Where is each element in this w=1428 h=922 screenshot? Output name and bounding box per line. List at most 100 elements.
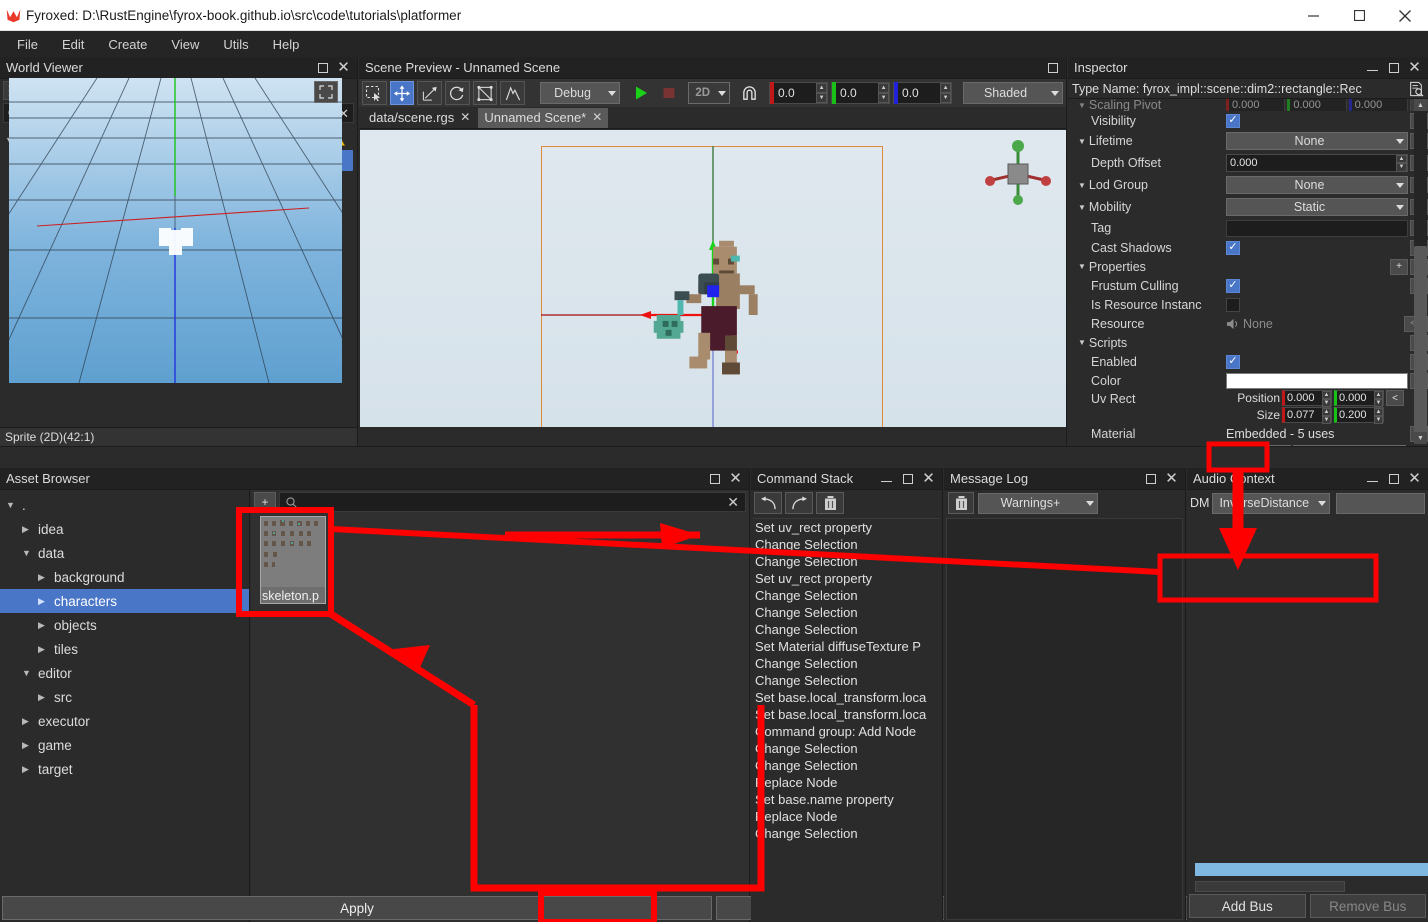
navmesh-tool-button[interactable]	[472, 81, 498, 105]
maximize-icon[interactable]	[901, 472, 914, 485]
asset-tree-root[interactable]: ▼ .	[0, 493, 249, 517]
scroll-up-icon[interactable]: ▲	[1414, 99, 1427, 111]
chevron-down-icon[interactable]: ▼	[22, 548, 32, 558]
cast-shadows-checkbox[interactable]: ✓	[1226, 240, 1240, 255]
command-item[interactable]: Change Selection	[753, 536, 940, 553]
maximize-icon[interactable]	[1387, 61, 1400, 74]
maximize-icon[interactable]	[316, 61, 329, 74]
menu-file[interactable]: File	[6, 33, 49, 56]
chevron-right-icon[interactable]: ▶	[22, 740, 32, 751]
material-preview-viewport[interactable]	[9, 78, 342, 383]
chevron-right-icon[interactable]: ▶	[38, 572, 48, 583]
chevron-down-icon[interactable]	[1392, 138, 1407, 144]
visibility-checkbox[interactable]: ✓	[1226, 113, 1240, 128]
command-item[interactable]: Change Selection	[753, 587, 940, 604]
command-item[interactable]: Change Selection	[753, 672, 940, 689]
chevron-down-icon[interactable]: ▼	[1078, 137, 1086, 146]
command-item[interactable]: Change Selection	[753, 621, 940, 638]
chevron-right-icon[interactable]: ▶	[38, 644, 48, 655]
close-icon[interactable]: ✕	[1165, 471, 1178, 486]
document-search-icon[interactable]	[1404, 81, 1428, 97]
axis-orientation-gizmo[interactable]	[980, 136, 1056, 212]
add-property-button[interactable]: +	[1390, 258, 1408, 275]
chevron-down-icon[interactable]: ▼	[1078, 101, 1086, 110]
frustum-culling-checkbox[interactable]: ✓	[1226, 278, 1240, 293]
maximize-icon[interactable]	[1144, 472, 1157, 485]
chevron-down-icon[interactable]: ▼	[6, 500, 16, 510]
close-icon[interactable]: ✕	[1408, 60, 1421, 75]
audio-bus-slider[interactable]	[1195, 863, 1428, 876]
asset-item-skeleton[interactable]: skeleton.p	[260, 516, 326, 604]
apply-button[interactable]: Apply	[2, 896, 712, 920]
trash-icon[interactable]	[816, 492, 844, 514]
command-item[interactable]: Change Selection	[753, 825, 940, 842]
inspector-scrollbar[interactable]: ▲ ▼	[1414, 99, 1427, 444]
command-item[interactable]: Change Selection	[753, 757, 940, 774]
chevron-right-icon[interactable]: ▶	[22, 764, 32, 775]
uv-position-x-stepper[interactable]: ▲ ▼	[1322, 391, 1331, 407]
command-item[interactable]: Change Selection	[753, 655, 940, 672]
message-log-list[interactable]	[946, 518, 1183, 920]
menu-view[interactable]: View	[160, 33, 210, 56]
command-item[interactable]: Change Selection	[753, 553, 940, 570]
snap-y-field[interactable]: 0.0 ▲ ▼	[831, 82, 891, 104]
undo-icon[interactable]	[754, 492, 782, 514]
menu-help[interactable]: Help	[262, 33, 311, 56]
chevron-right-icon[interactable]: ▶	[38, 596, 48, 607]
rotate-tool-button[interactable]	[445, 81, 470, 105]
asset-tree-editor[interactable]: ▼ editor	[0, 661, 249, 685]
command-item[interactable]: Replace Node	[753, 774, 940, 791]
close-icon[interactable]: ✕	[592, 111, 602, 123]
snap-z-stepper[interactable]: ▲ ▼	[940, 83, 952, 103]
asset-tree-data[interactable]: ▼ data	[0, 541, 249, 565]
asset-tree-target[interactable]: ▶ target	[0, 757, 249, 781]
uv-size-x-stepper[interactable]: ▲ ▼	[1322, 408, 1331, 424]
chevron-down-icon[interactable]	[1082, 500, 1097, 506]
asset-tree-executor[interactable]: ▶ executor	[0, 709, 249, 733]
command-item[interactable]: Command group: Add Node	[753, 723, 940, 740]
chevron-down-icon[interactable]: ▼	[22, 668, 32, 678]
scene-viewport[interactable]	[360, 130, 1066, 427]
stop-button[interactable]	[656, 81, 682, 105]
depth-offset-stepper[interactable]: ▲ ▼	[1396, 154, 1407, 172]
chevron-down-icon[interactable]	[604, 90, 619, 96]
asset-tree-idea[interactable]: ▶ idea	[0, 517, 249, 541]
maximize-icon[interactable]	[1046, 61, 1059, 74]
command-item[interactable]: Replace Node	[753, 808, 940, 825]
add-bus-button[interactable]: Add Bus	[1189, 894, 1306, 918]
distance-model-combo[interactable]: InverseDistance	[1212, 492, 1331, 514]
command-item[interactable]: Set base.local_transform.loca	[753, 689, 940, 706]
uv-size-y-stepper[interactable]: ▲ ▼	[1374, 408, 1383, 424]
maximize-icon[interactable]	[1387, 472, 1400, 485]
color-swatch[interactable]	[1226, 372, 1408, 389]
command-item[interactable]: Set uv_rect property	[753, 570, 940, 587]
play-button[interactable]	[629, 81, 654, 105]
chevron-down-icon[interactable]	[1314, 500, 1329, 506]
minimize-icon[interactable]	[1366, 61, 1379, 74]
tab-unnamed-scene[interactable]: Unnamed Scene* ✕	[478, 107, 609, 128]
remove-bus-button[interactable]: Remove Bus	[1309, 894, 1426, 918]
chevron-down-icon[interactable]: ▼	[1078, 203, 1086, 212]
scale-tool-button[interactable]	[417, 81, 443, 105]
redo-icon[interactable]	[785, 492, 813, 514]
chevron-right-icon[interactable]: ▶	[22, 716, 32, 727]
snap-z-field[interactable]: 0.0 ▲ ▼	[893, 82, 953, 104]
scrollbar-thumb[interactable]	[1414, 246, 1427, 436]
asset-tree-tiles[interactable]: ▶ tiles	[0, 637, 249, 661]
chevron-right-icon[interactable]: ▶	[38, 620, 48, 631]
asset-tree-background[interactable]: ▶ background	[0, 565, 249, 589]
renderer-combo[interactable]	[1336, 492, 1425, 514]
asset-tree-characters[interactable]: ▶ characters	[0, 589, 249, 613]
chevron-down-icon[interactable]: ▼	[1078, 262, 1086, 271]
render-mode-combo[interactable]: Shaded	[963, 82, 1063, 104]
chevron-down-icon[interactable]	[1047, 90, 1062, 96]
tag-input[interactable]	[1226, 219, 1408, 237]
clear-icon[interactable]: ✕	[727, 495, 739, 509]
audio-bus-bar[interactable]	[1195, 881, 1345, 892]
asset-search-input[interactable]	[302, 494, 723, 510]
select-tool-button[interactable]	[362, 81, 387, 105]
snap-x-field[interactable]: 0.0 ▲ ▼	[769, 82, 829, 104]
snap-y-stepper[interactable]: ▲ ▼	[878, 83, 890, 103]
snap-x-stepper[interactable]: ▲ ▼	[816, 83, 828, 103]
command-item[interactable]: Set Material diffuseTexture P	[753, 638, 940, 655]
